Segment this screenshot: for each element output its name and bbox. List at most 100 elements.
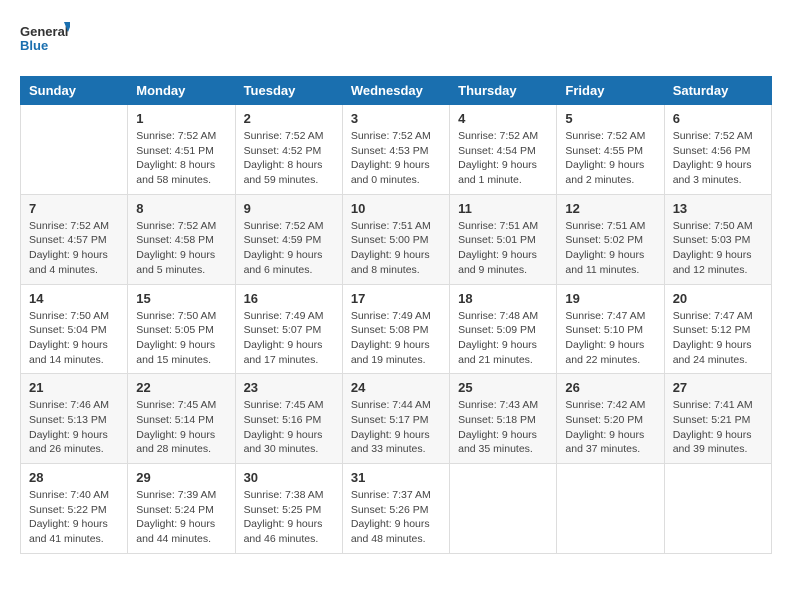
day-cell: 10Sunrise: 7:51 AM Sunset: 5:00 PM Dayli…: [342, 194, 449, 284]
weekday-header-row: SundayMondayTuesdayWednesdayThursdayFrid…: [21, 77, 772, 105]
day-info: Sunrise: 7:47 AM Sunset: 5:10 PM Dayligh…: [565, 309, 655, 368]
day-number: 22: [136, 380, 226, 395]
day-info: Sunrise: 7:44 AM Sunset: 5:17 PM Dayligh…: [351, 398, 441, 457]
logo: General Blue: [20, 20, 70, 60]
day-cell: 2 Sunrise: 7:52 AM Sunset: 4:52 PM Daylig…: [235, 105, 342, 195]
page-header: General Blue: [20, 20, 772, 60]
day-number: 30: [244, 470, 334, 485]
day-info: Sunrise: 7:43 AM Sunset: 5:18 PM Dayligh…: [458, 398, 548, 457]
day-info: Sunrise: 7:51 AM Sunset: 5:01 PM Dayligh…: [458, 219, 548, 278]
day-number: 31: [351, 470, 441, 485]
day-number: 4: [458, 111, 548, 126]
day-number: 23: [244, 380, 334, 395]
svg-text:General: General: [20, 24, 68, 39]
day-number: 11: [458, 201, 548, 216]
day-number: 14: [29, 291, 119, 306]
day-cell: [21, 105, 128, 195]
day-cell: 14Sunrise: 7:50 AM Sunset: 5:04 PM Dayli…: [21, 284, 128, 374]
day-cell: 21 Sunrise: 7:46 AM Sunset: 5:13 PM Dayli…: [21, 374, 128, 464]
day-info: Sunrise: 7:50 AM Sunset: 5:05 PM Dayligh…: [136, 309, 226, 368]
day-cell: 5Sunrise: 7:52 AM Sunset: 4:55 PM Daylig…: [557, 105, 664, 195]
day-cell: 9 Sunrise: 7:52 AM Sunset: 4:59 PM Daylig…: [235, 194, 342, 284]
day-info: Sunrise: 7:52 AM Sunset: 4:57 PM Dayligh…: [29, 219, 119, 278]
day-cell: 27 Sunrise: 7:41 AM Sunset: 5:21 PM Dayli…: [664, 374, 771, 464]
day-cell: 30 Sunrise: 7:38 AM Sunset: 5:25 PM Dayli…: [235, 464, 342, 554]
day-number: 27: [673, 380, 763, 395]
day-info: Sunrise: 7:49 AM Sunset: 5:07 PM Dayligh…: [244, 309, 334, 368]
weekday-friday: Friday: [557, 77, 664, 105]
day-number: 15: [136, 291, 226, 306]
day-cell: 7 Sunrise: 7:52 AM Sunset: 4:57 PM Daylig…: [21, 194, 128, 284]
day-cell: 29Sunrise: 7:39 AM Sunset: 5:24 PM Dayli…: [128, 464, 235, 554]
weekday-wednesday: Wednesday: [342, 77, 449, 105]
day-cell: 18 Sunrise: 7:48 AM Sunset: 5:09 PM Dayli…: [450, 284, 557, 374]
day-cell: 31Sunrise: 7:37 AM Sunset: 5:26 PM Dayli…: [342, 464, 449, 554]
day-info: Sunrise: 7:45 AM Sunset: 5:16 PM Dayligh…: [244, 398, 334, 457]
day-cell: 8 Sunrise: 7:52 AM Sunset: 4:58 PM Daylig…: [128, 194, 235, 284]
weekday-monday: Monday: [128, 77, 235, 105]
day-number: 16: [244, 291, 334, 306]
logo-svg: General Blue: [20, 20, 70, 60]
weekday-saturday: Saturday: [664, 77, 771, 105]
day-info: Sunrise: 7:45 AM Sunset: 5:14 PM Dayligh…: [136, 398, 226, 457]
day-number: 10: [351, 201, 441, 216]
day-info: Sunrise: 7:42 AM Sunset: 5:20 PM Dayligh…: [565, 398, 655, 457]
day-cell: [557, 464, 664, 554]
day-cell: 23 Sunrise: 7:45 AM Sunset: 5:16 PM Dayli…: [235, 374, 342, 464]
week-row-1: 1 Sunrise: 7:52 AM Sunset: 4:51 PM Daylig…: [21, 105, 772, 195]
day-number: 1: [136, 111, 226, 126]
day-info: Sunrise: 7:52 AM Sunset: 4:51 PM Dayligh…: [136, 129, 226, 188]
day-cell: 4 Sunrise: 7:52 AM Sunset: 4:54 PM Daylig…: [450, 105, 557, 195]
day-number: 12: [565, 201, 655, 216]
day-number: 29: [136, 470, 226, 485]
day-info: Sunrise: 7:50 AM Sunset: 5:03 PM Dayligh…: [673, 219, 763, 278]
day-cell: 28Sunrise: 7:40 AM Sunset: 5:22 PM Dayli…: [21, 464, 128, 554]
day-cell: 15 Sunrise: 7:50 AM Sunset: 5:05 PM Dayli…: [128, 284, 235, 374]
day-number: 9: [244, 201, 334, 216]
day-info: Sunrise: 7:38 AM Sunset: 5:25 PM Dayligh…: [244, 488, 334, 547]
day-cell: 25 Sunrise: 7:43 AM Sunset: 5:18 PM Dayli…: [450, 374, 557, 464]
day-info: Sunrise: 7:46 AM Sunset: 5:13 PM Dayligh…: [29, 398, 119, 457]
calendar-table: SundayMondayTuesdayWednesdayThursdayFrid…: [20, 76, 772, 554]
day-cell: 12Sunrise: 7:51 AM Sunset: 5:02 PM Dayli…: [557, 194, 664, 284]
day-number: 21: [29, 380, 119, 395]
day-number: 24: [351, 380, 441, 395]
day-cell: 17 Sunrise: 7:49 AM Sunset: 5:08 PM Dayli…: [342, 284, 449, 374]
day-number: 26: [565, 380, 655, 395]
day-cell: 3 Sunrise: 7:52 AM Sunset: 4:53 PM Daylig…: [342, 105, 449, 195]
svg-text:Blue: Blue: [20, 38, 48, 53]
day-info: Sunrise: 7:52 AM Sunset: 4:59 PM Dayligh…: [244, 219, 334, 278]
day-number: 7: [29, 201, 119, 216]
weekday-thursday: Thursday: [450, 77, 557, 105]
day-number: 3: [351, 111, 441, 126]
day-number: 28: [29, 470, 119, 485]
day-cell: 1 Sunrise: 7:52 AM Sunset: 4:51 PM Daylig…: [128, 105, 235, 195]
day-info: Sunrise: 7:52 AM Sunset: 4:55 PM Dayligh…: [565, 129, 655, 188]
day-cell: 6 Sunrise: 7:52 AM Sunset: 4:56 PM Daylig…: [664, 105, 771, 195]
day-number: 6: [673, 111, 763, 126]
week-row-4: 21 Sunrise: 7:46 AM Sunset: 5:13 PM Dayli…: [21, 374, 772, 464]
day-number: 2: [244, 111, 334, 126]
day-cell: 22 Sunrise: 7:45 AM Sunset: 5:14 PM Dayli…: [128, 374, 235, 464]
day-info: Sunrise: 7:48 AM Sunset: 5:09 PM Dayligh…: [458, 309, 548, 368]
week-row-2: 7 Sunrise: 7:52 AM Sunset: 4:57 PM Daylig…: [21, 194, 772, 284]
day-cell: 24 Sunrise: 7:44 AM Sunset: 5:17 PM Dayli…: [342, 374, 449, 464]
day-info: Sunrise: 7:52 AM Sunset: 4:56 PM Dayligh…: [673, 129, 763, 188]
day-info: Sunrise: 7:52 AM Sunset: 4:58 PM Dayligh…: [136, 219, 226, 278]
day-cell: 13Sunrise: 7:50 AM Sunset: 5:03 PM Dayli…: [664, 194, 771, 284]
weekday-sunday: Sunday: [21, 77, 128, 105]
day-number: 25: [458, 380, 548, 395]
day-number: 20: [673, 291, 763, 306]
weekday-tuesday: Tuesday: [235, 77, 342, 105]
day-cell: 11 Sunrise: 7:51 AM Sunset: 5:01 PM Dayli…: [450, 194, 557, 284]
day-number: 18: [458, 291, 548, 306]
day-number: 8: [136, 201, 226, 216]
day-info: Sunrise: 7:52 AM Sunset: 4:52 PM Dayligh…: [244, 129, 334, 188]
day-number: 17: [351, 291, 441, 306]
day-info: Sunrise: 7:52 AM Sunset: 4:53 PM Dayligh…: [351, 129, 441, 188]
day-info: Sunrise: 7:52 AM Sunset: 4:54 PM Dayligh…: [458, 129, 548, 188]
day-info: Sunrise: 7:41 AM Sunset: 5:21 PM Dayligh…: [673, 398, 763, 457]
day-info: Sunrise: 7:47 AM Sunset: 5:12 PM Dayligh…: [673, 309, 763, 368]
day-number: 19: [565, 291, 655, 306]
day-info: Sunrise: 7:49 AM Sunset: 5:08 PM Dayligh…: [351, 309, 441, 368]
